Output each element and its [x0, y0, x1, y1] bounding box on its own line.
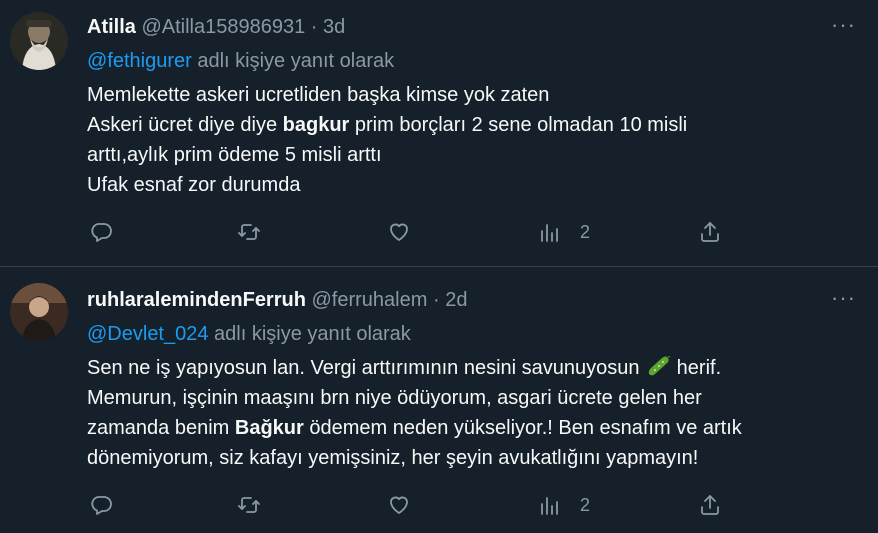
like-button[interactable] — [387, 220, 411, 244]
separator-dot: · — [310, 16, 318, 38]
reply-context-text: adlı kişiye yanıt olarak — [208, 323, 411, 345]
like-icon — [390, 496, 408, 514]
reply-context: @Devlet_024 adlı kişiye yanıt olarak — [87, 323, 411, 346]
reply-mention-link[interactable]: @fethigurer — [87, 50, 192, 72]
more-options-button[interactable]: ··· — [831, 12, 856, 38]
tweet-line: Askeri ücret diye diye bagkur prim borçl… — [87, 114, 688, 136]
tweet-2[interactable]: ruhlaralemindenFerruh @ferruhalem · 2d ·… — [0, 267, 878, 533]
reply-mention-link[interactable]: @Devlet_024 — [87, 323, 208, 345]
avatar[interactable] — [10, 283, 68, 341]
views-count: 2 — [580, 494, 591, 515]
share-button[interactable] — [698, 220, 722, 244]
tweet-line: arttı,aylık prim ödeme 5 misli arttı — [87, 144, 382, 166]
user-handle[interactable]: @ferruhalem — [312, 289, 428, 311]
views-button[interactable]: 2 — [538, 493, 590, 517]
tweet-line: Sen ne iş yapıyosun lan. Vergi arttırımı… — [87, 353, 847, 383]
share-button[interactable] — [698, 493, 722, 517]
separator-dot: · — [432, 289, 440, 311]
views-icon — [541, 224, 558, 242]
views-button[interactable]: 2 — [538, 220, 590, 244]
bold-keyword: Bağkur — [234, 417, 304, 439]
share-icon — [701, 222, 719, 242]
tweet-header: ruhlaralemindenFerruh @ferruhalem · 2d — [87, 289, 467, 312]
tweet-line: Ufak esnaf zor durumda — [87, 174, 301, 196]
retweet-icon — [238, 497, 260, 513]
tweet-header: Atilla @Atilla158986931 · 3d — [87, 16, 345, 39]
tweet-line: zamanda benim Bağkur ödemem neden yüksel… — [87, 417, 742, 439]
reply-icon — [91, 496, 112, 515]
display-name[interactable]: Atilla — [87, 16, 136, 38]
action-bar: 2 — [0, 489, 878, 523]
retweet-button[interactable] — [237, 493, 261, 517]
tweet-text: Sen ne iş yapıyosun lan. Vergi arttırımı… — [87, 353, 847, 473]
views-count: 2 — [580, 221, 591, 242]
reply-button[interactable] — [89, 493, 113, 517]
tweet-line: dönemiyorum, siz kafayı yemişsiniz, her … — [87, 447, 699, 469]
reply-context: @fethigurer adlı kişiye yanıt olarak — [87, 50, 394, 73]
like-icon — [390, 223, 408, 241]
reply-button[interactable] — [89, 220, 113, 244]
bold-keyword: bagkur — [282, 114, 350, 136]
share-icon — [701, 495, 719, 515]
retweet-icon — [238, 224, 260, 240]
avatar[interactable] — [10, 12, 68, 70]
user-handle[interactable]: @Atilla158986931 — [141, 16, 305, 38]
retweet-button[interactable] — [237, 220, 261, 244]
tweet-line: Memlekette askeri ucretliden başka kimse… — [87, 84, 550, 106]
display-name[interactable]: ruhlaralemindenFerruh — [87, 289, 306, 311]
tweet-text: Memlekette askeri ucretliden başka kimse… — [87, 80, 847, 200]
timestamp[interactable]: 3d — [323, 16, 345, 38]
views-icon — [541, 497, 558, 515]
more-options-button[interactable]: ··· — [831, 285, 856, 311]
reply-context-text: adlı kişiye yanıt olarak — [191, 50, 395, 72]
like-button[interactable] — [387, 493, 411, 517]
timestamp[interactable]: 2d — [445, 289, 467, 311]
reply-icon — [91, 223, 112, 242]
tweet-1[interactable]: Atilla @Atilla158986931 · 3d ··· @fethig… — [0, 0, 878, 267]
action-bar: 2 — [0, 216, 878, 250]
tweet-line: Memurun, işçinin maaşını brn niye ödüyor… — [87, 387, 702, 409]
cucumber-emoji — [648, 355, 671, 376]
